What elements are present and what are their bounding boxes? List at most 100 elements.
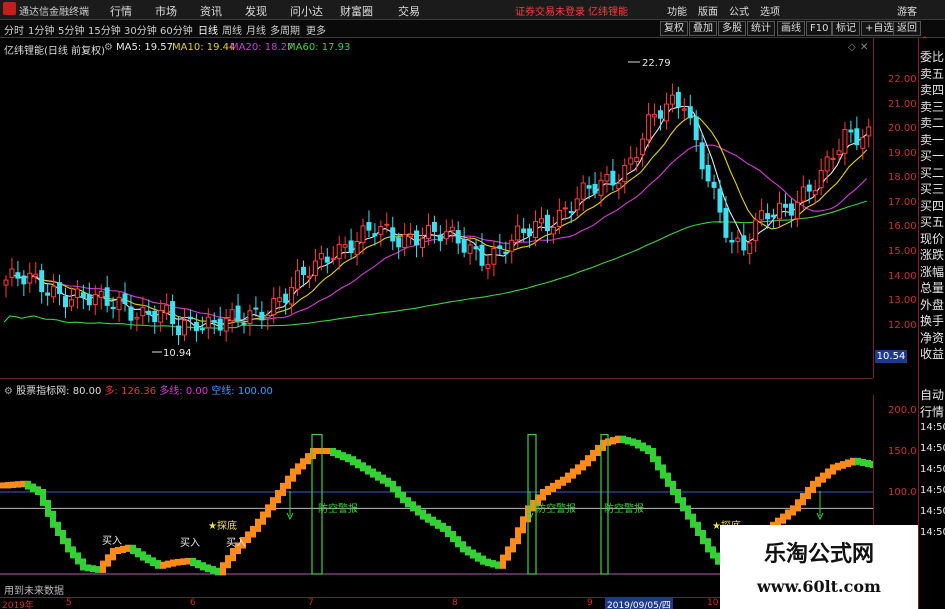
menu-layout[interactable]: 版面 [698,3,718,18]
candle [396,237,402,248]
candle [33,273,39,277]
price-tick: 17.00 [888,197,917,208]
quote-field-label: 买五 [920,215,945,229]
candle [461,239,467,253]
selected-date: 2019/09/05/四 [605,598,673,609]
candle [491,247,497,265]
candle [497,245,503,249]
candle [402,233,408,248]
candle [646,114,652,141]
candle [550,227,556,235]
period-tab[interactable]: 30分钟 [124,22,157,37]
f10-button[interactable]: F10 [806,21,833,36]
period-tab[interactable]: 15分钟 [88,22,121,37]
back-button[interactable]: 返回 [893,21,921,36]
add-watchlist-button[interactable]: +自选 [861,21,898,36]
login-notice[interactable]: 证券交易未登录 [515,3,585,18]
candle [146,310,152,315]
current-price-box: 10.54 [875,350,907,363]
candle [663,103,669,122]
mark-button[interactable]: 标记 [832,21,860,36]
period-tab[interactable]: 分时 [4,22,24,37]
menu-wealth[interactable]: 财富圈 [340,3,373,19]
candle [205,316,211,329]
candle [848,129,854,133]
candle [324,256,330,263]
candle [860,137,866,149]
candle [717,188,723,213]
candle [503,251,509,255]
menu-ask[interactable]: 问小达 [290,3,323,19]
candle [794,201,800,220]
menu-trade[interactable]: 交易 [398,3,420,19]
period-tab[interactable]: 60分钟 [160,22,193,37]
quote-field-label: 卖一 [920,132,945,147]
multi-stock-button[interactable]: 多股 [718,21,746,36]
candle [170,301,176,325]
period-tab[interactable]: 5分钟 [58,22,84,37]
panel-tab[interactable]: 自动 [920,386,944,403]
candle [265,314,271,319]
period-tab[interactable]: 多周期 [270,22,300,37]
period-tab[interactable]: 月线 [246,22,266,37]
quote-field-label: 卖五 [920,66,945,81]
candle [193,321,199,332]
tick-time: 14:50 [920,485,945,496]
menu-quotes[interactable]: 行情 [110,3,132,19]
candle [336,243,342,259]
candle [140,307,146,317]
candle [63,296,68,308]
candle [425,224,431,239]
period-tab[interactable]: 周线 [222,22,242,37]
date-tick: 10 [707,598,719,608]
watermark: 乐淘公式网 www.60lt.com [720,525,918,609]
stats-button[interactable]: 统计 [747,21,775,36]
air-alert-signal: 防空警报 [536,504,576,515]
candle [92,294,98,306]
date-tick: 9 [587,598,593,608]
candle [86,294,92,306]
candle [45,292,51,296]
kline-chart[interactable]: 22.79 10.94 [0,38,873,378]
tick-time: 14:50 [920,506,945,517]
candle [318,252,324,260]
draw-line-button[interactable]: 画线 [777,21,805,36]
candle [68,299,74,307]
tick-time: 14:50 [920,422,945,433]
candle [836,150,842,156]
price-tick: 12.00 [888,320,917,331]
menu-function[interactable]: 功能 [667,3,687,18]
candle [616,182,622,190]
candle [158,310,164,323]
candle [330,257,336,260]
menu-market[interactable]: 市场 [155,3,177,19]
guest-label[interactable]: 游客 [897,3,917,18]
candle [437,234,443,242]
panel-collapse-icon[interactable]: ⌃ [921,36,929,46]
price-tick: 16.00 [888,221,917,232]
menu-options[interactable]: 选项 [760,3,780,18]
tick-time: 14:50 [920,443,945,454]
bottom-signal: ★探底 [208,521,237,532]
candle [449,226,455,232]
menu-news[interactable]: 资讯 [200,3,222,19]
candle [473,246,479,250]
candle [705,164,711,182]
adjust-button[interactable]: 复权 [660,21,688,36]
candle [57,282,63,294]
overlay-button[interactable]: 叠加 [689,21,717,36]
more-tab[interactable]: 更多 [306,22,326,37]
high-label: 22.79 [642,58,671,69]
candle [568,211,574,214]
period-tab-active[interactable]: 日线 [198,22,218,37]
quote-field-label: 净资 [920,330,945,345]
quote-field-label: 现价 [920,231,945,246]
candle [390,227,396,242]
candle [271,297,277,316]
candle [658,110,663,119]
panel-tab[interactable]: 行情 [920,403,944,420]
menu-formula[interactable]: 公式 [729,3,749,18]
candle [164,304,170,314]
menu-discover[interactable]: 发现 [245,3,267,19]
period-tab[interactable]: 1分钟 [28,22,54,37]
